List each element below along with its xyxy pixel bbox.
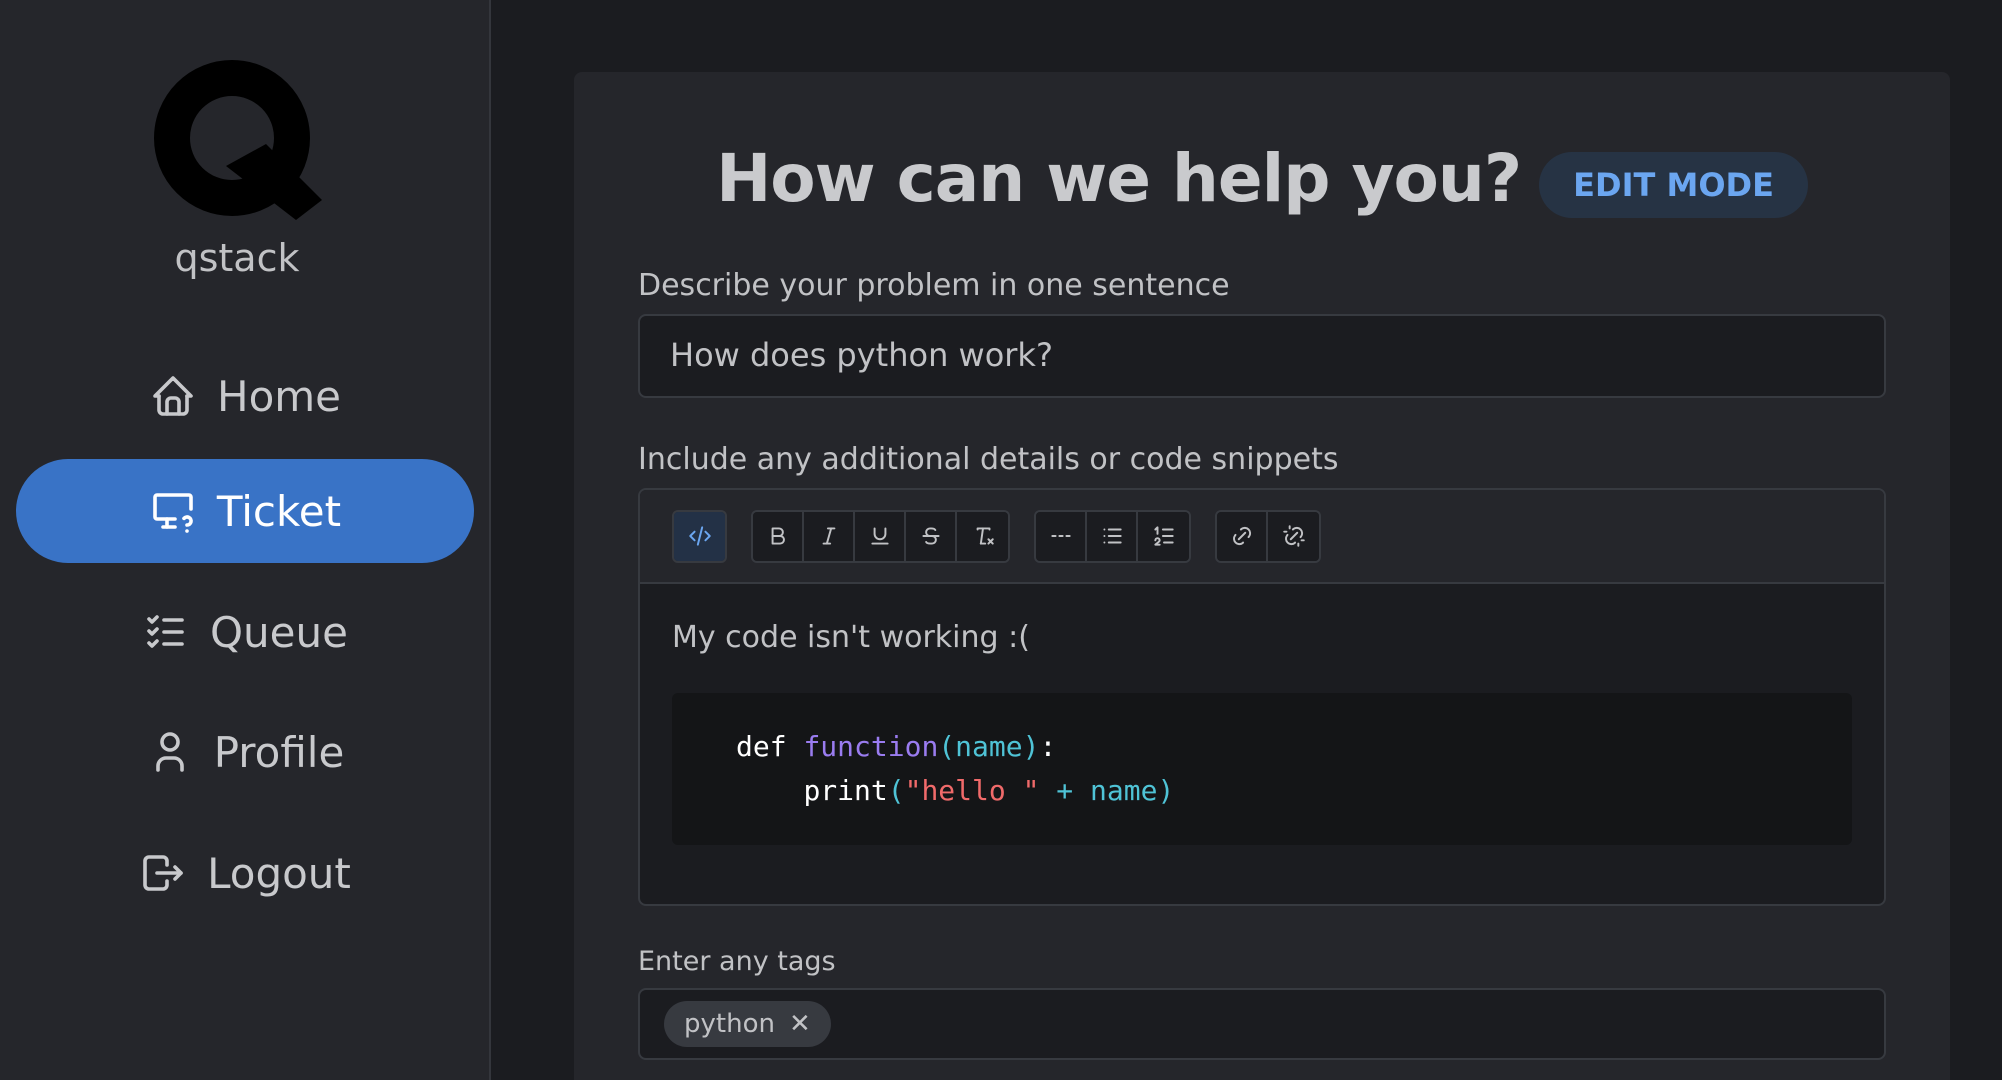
bold-icon <box>771 527 785 545</box>
brand-name: qstack <box>174 236 300 280</box>
code-paren: ) <box>1022 730 1040 763</box>
code-operator: + <box>1039 774 1091 807</box>
code-keyword: def <box>736 730 787 763</box>
sidebar-item-label: Ticket <box>216 486 342 536</box>
summary-input-value: How does python work? <box>670 336 1053 374</box>
link-icon <box>1232 526 1251 546</box>
strikethrough-button[interactable] <box>906 511 957 561</box>
monitor-question-icon <box>153 493 193 533</box>
ordered-list-button[interactable] <box>1138 511 1189 561</box>
editor-content[interactable]: My code isn't working :( def function(na… <box>640 584 1884 881</box>
code-string: "hello " <box>904 774 1040 807</box>
clear-formatting-button[interactable] <box>957 511 1008 561</box>
sidebar-item-queue[interactable]: Queue <box>16 580 474 684</box>
code-paren: ( <box>938 730 956 763</box>
tags-label: Enter any tags <box>638 946 836 977</box>
code-builtin: print <box>803 774 888 807</box>
link-button[interactable] <box>1217 511 1268 561</box>
editor-toolbar <box>640 490 1884 584</box>
italic-icon <box>822 527 835 545</box>
rich-text-editor[interactable]: My code isn't working :( def function(na… <box>638 488 1886 906</box>
toolbar-group-format <box>751 509 1010 563</box>
toolbar-group-blocks <box>1034 509 1191 563</box>
sidebar-item-ticket[interactable]: Ticket <box>16 459 474 563</box>
sidebar-item-label: Queue <box>210 607 348 657</box>
summary-input[interactable]: How does python work? <box>638 314 1886 398</box>
editor-paragraph: My code isn't working :( <box>672 620 1030 655</box>
ordered-list-icon <box>1153 526 1174 546</box>
title-row: How can we help you? EDIT MODE <box>574 138 1950 218</box>
clear-formatting-icon <box>976 527 994 545</box>
code-button[interactable] <box>674 511 725 561</box>
sidebar-item-profile[interactable]: Profile <box>16 700 474 804</box>
horizontal-rule-button[interactable] <box>1036 511 1087 561</box>
logout-icon <box>143 855 183 891</box>
sidebar-item-label: Profile <box>213 727 345 777</box>
code-paren: ) <box>1157 774 1175 807</box>
sidebar-item-label: Logout <box>207 848 351 898</box>
edit-mode-badge: EDIT MODE <box>1539 152 1808 218</box>
bold-button[interactable] <box>753 511 804 561</box>
summary-label: Describe your problem in one sentence <box>638 268 1230 303</box>
code-variable: name <box>1090 774 1158 807</box>
italic-button[interactable] <box>804 511 855 561</box>
code-icon <box>688 526 711 546</box>
sidebar: qstack Home Ticket Queue Profile Logout <box>0 0 491 1080</box>
details-label: Include any additional details or code s… <box>638 442 1339 477</box>
home-icon <box>153 376 193 416</box>
sidebar-item-home[interactable]: Home <box>16 344 474 448</box>
bullet-list-icon <box>1102 528 1122 544</box>
code-param: name <box>955 730 1023 763</box>
code-colon: : <box>1039 730 1057 763</box>
tag-chip: python ✕ <box>664 1001 831 1047</box>
tags-input[interactable]: python ✕ <box>638 988 1886 1060</box>
unlink-button[interactable] <box>1268 511 1319 561</box>
tag-label: python <box>684 1009 775 1039</box>
code-paren: ( <box>887 774 905 807</box>
remove-tag-icon[interactable]: ✕ <box>789 1009 811 1039</box>
unlink-icon <box>1282 525 1305 547</box>
page-title: How can we help you? <box>716 139 1522 217</box>
toolbar-group-links <box>1215 509 1321 563</box>
strikethrough-icon <box>921 527 940 545</box>
bullet-list-button[interactable] <box>1087 511 1138 561</box>
underline-icon <box>870 527 889 545</box>
sidebar-item-label: Home <box>216 371 342 421</box>
user-icon <box>155 732 184 772</box>
code-function-name: function <box>803 730 939 763</box>
sidebar-item-logout[interactable]: Logout <box>16 821 474 925</box>
horizontal-rule-icon <box>1050 535 1071 537</box>
qstack-logo <box>154 60 322 220</box>
list-check-icon <box>147 615 184 648</box>
code-block: def function(name): print("hello " + nam… <box>672 693 1852 845</box>
underline-button[interactable] <box>855 511 906 561</box>
toolbar-group-code <box>672 509 727 563</box>
